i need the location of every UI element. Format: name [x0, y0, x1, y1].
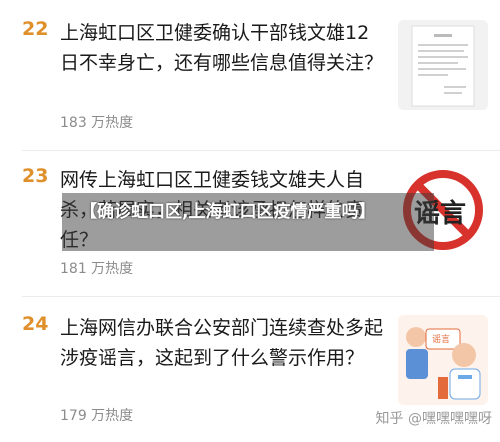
rank-number: 22: [22, 18, 49, 40]
document-thumbnail-icon[interactable]: [398, 20, 488, 110]
heat-count: 179 万热度: [60, 408, 134, 424]
rumor-label: 谣言: [432, 335, 451, 345]
divider: [22, 150, 500, 151]
divider: [22, 296, 500, 297]
rank-number: 24: [22, 313, 49, 335]
item-title[interactable]: 上海网信办联合公安部门连续查处多起涉疫谣言，这起到了什么警示作用？: [60, 313, 390, 373]
doctor-rumor-thumbnail-icon[interactable]: 谣言: [398, 315, 488, 405]
item-title[interactable]: 上海虹口区卫健委确认干部钱文雄12 日不幸身亡，还有哪些信息值得关注？: [60, 18, 390, 78]
heat-count: 181 万热度: [60, 261, 134, 277]
overlay-caption: 【确诊虹口区,上海虹口区疫情严重吗】: [80, 202, 376, 222]
heat-count: 183 万热度: [60, 115, 134, 131]
rank-number: 23: [22, 165, 49, 187]
hot-list: 22 上海虹口区卫健委确认干部钱文雄12 日不幸身亡，还有哪些信息值得关注？ 1…: [0, 0, 500, 442]
watermark: 知乎 @嘿嘿嘿嘿呀: [375, 411, 492, 427]
